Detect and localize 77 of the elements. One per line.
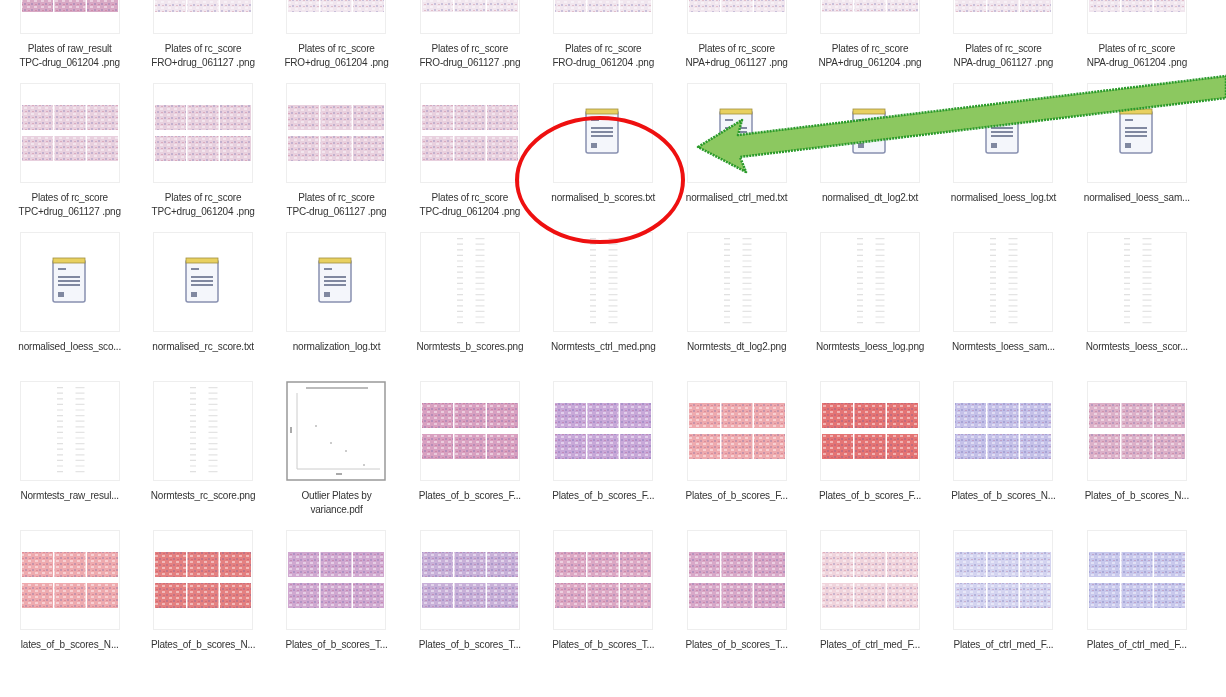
file-name: normalised_dt_log2.txt: [821, 191, 919, 205]
heatmap-thumbnail[interactable]: [820, 381, 921, 481]
file-name: Normtests_loess_log.png: [815, 340, 925, 354]
file-name: normalised_loess_sco...: [18, 340, 122, 354]
file-name: Outlier Plates by variance.pdf: [300, 489, 373, 517]
scatter-plot-thumbnail[interactable]: [286, 381, 387, 481]
file-name: Plates_of_b_scores_F...: [685, 489, 788, 503]
heatmap-thumbnail[interactable]: [153, 530, 254, 630]
file-name: Normtests_loess_scor...: [1085, 340, 1188, 354]
heatmap-thumbnail[interactable]: [553, 381, 654, 481]
notepad-thumbnail[interactable]: [19, 232, 120, 332]
file-name: Plates_of_b_scores_N...: [1084, 489, 1189, 503]
heatmap-thumbnail[interactable]: [153, 83, 254, 183]
file-name: Plates_of_b_scores_N...: [951, 489, 1056, 503]
file-name: Plates_of_b_scores_T...: [418, 638, 521, 652]
heatmap-thumbnail[interactable]: [686, 381, 787, 481]
file-name: Plates of rc_score NPA-drug_061204 .png: [1085, 42, 1188, 70]
heatmap-thumbnail[interactable]: [419, 83, 520, 183]
file-name: Normtests_ctrl_med.png: [551, 340, 656, 354]
file-name: Plates of rc_score NPA-drug_061127 .png: [952, 42, 1055, 70]
file-name: Plates_of_b_scores_N...: [150, 638, 256, 652]
heatmap-thumbnail[interactable]: [820, 530, 921, 630]
heatmap-thumbnail[interactable]: [1086, 381, 1187, 481]
notepad-thumbnail[interactable]: [553, 83, 654, 183]
heatmap-thumbnail[interactable]: [419, 530, 520, 630]
line-plot-thumbnail[interactable]: [19, 381, 120, 481]
heatmap-thumbnail[interactable]: [419, 381, 520, 481]
line-plot-thumbnail[interactable]: [553, 232, 654, 332]
file-name: normalised_b_scores.txt: [551, 191, 656, 205]
file-name: Normtests_raw_resul...: [20, 489, 119, 503]
file-name: Plates of raw_result TPC-drug_061204 .png: [18, 42, 121, 70]
file-name: Plates_of_b_scores_F...: [418, 489, 521, 503]
file-name: Plates of rc_score FRO-drug_061204 .png: [551, 42, 656, 70]
file-name: Normtests_dt_log2.png: [687, 340, 787, 354]
heatmap-thumbnail[interactable]: [19, 83, 120, 183]
line-plot-thumbnail[interactable]: [686, 232, 787, 332]
file-name: Plates of rc_score NPA+drug_061204 .png: [817, 42, 923, 70]
heatmap-thumbnail[interactable]: [19, 530, 120, 630]
heatmap-thumbnail[interactable]: [286, 530, 387, 630]
line-plot-thumbnail[interactable]: [1086, 232, 1187, 332]
file-name: Plates of rc_score NPA+drug_061127 .png: [684, 42, 789, 70]
heatmap-thumbnail[interactable]: [953, 381, 1054, 481]
heatmap-thumbnail[interactable]: [286, 83, 387, 183]
file-name: Plates_of_b_scores_T...: [285, 638, 388, 652]
heatmap-thumbnail[interactable]: [686, 530, 787, 630]
file-name: Plates of rc_score TPC+drug_061204 .png: [150, 191, 256, 219]
file-name: Plates_of_b_scores_F...: [552, 489, 655, 503]
heatmap-thumbnail[interactable]: [1086, 530, 1187, 630]
file-name: normalization_log.txt: [292, 340, 381, 354]
file-name: Normtests_b_scores.png: [416, 340, 524, 354]
file-name: Plates of rc_score FRO+drug_061127 .png: [150, 42, 256, 70]
heatmap-thumbnail[interactable]: [953, 530, 1054, 630]
file-name: Plates of rc_score FRO-drug_061127 .png: [418, 42, 522, 70]
line-plot-thumbnail[interactable]: [153, 381, 254, 481]
file-name: normalised_loess_sam...: [1083, 191, 1190, 205]
file-name: Plates_of_b_scores_T...: [685, 638, 788, 652]
file-name: Plates_of_ctrl_med_F...: [953, 638, 1054, 652]
file-name: normalised_loess_log.txt: [950, 191, 1057, 205]
notepad-thumbnail[interactable]: [153, 232, 254, 332]
file-name: Plates of rc_score TPC-drug_061204 .png: [418, 191, 522, 219]
file-name: Normtests_loess_sam...: [952, 340, 1055, 354]
heatmap-thumbnail[interactable]: [553, 530, 654, 630]
line-plot-thumbnail[interactable]: [953, 232, 1054, 332]
file-name: Plates_of_ctrl_med_F...: [820, 638, 920, 652]
line-plot-thumbnail[interactable]: [419, 232, 520, 332]
file-name: Plates_of_b_scores_F...: [818, 489, 922, 503]
file-name: Plates of rc_score TPC-drug_061127 .png: [285, 191, 388, 219]
file-name: Plates_of_ctrl_med_F...: [1086, 638, 1187, 652]
line-plot-thumbnail[interactable]: [820, 232, 921, 332]
file-name: Normtests_rc_score.png: [150, 489, 256, 503]
file-name: normalised_rc_score.txt: [152, 340, 254, 354]
file-name: Plates of rc_score FRO+drug_061204 .png: [283, 42, 390, 70]
notepad-thumbnail[interactable]: [286, 232, 387, 332]
file-name: normalised_ctrl_med.txt: [685, 191, 788, 205]
file-name: Plates_of_b_scores_T...: [552, 638, 655, 652]
file-name: Plates of rc_score TPC+drug_061127 .png: [17, 191, 122, 219]
file-name: lates_of_b_scores_N...: [20, 638, 119, 652]
